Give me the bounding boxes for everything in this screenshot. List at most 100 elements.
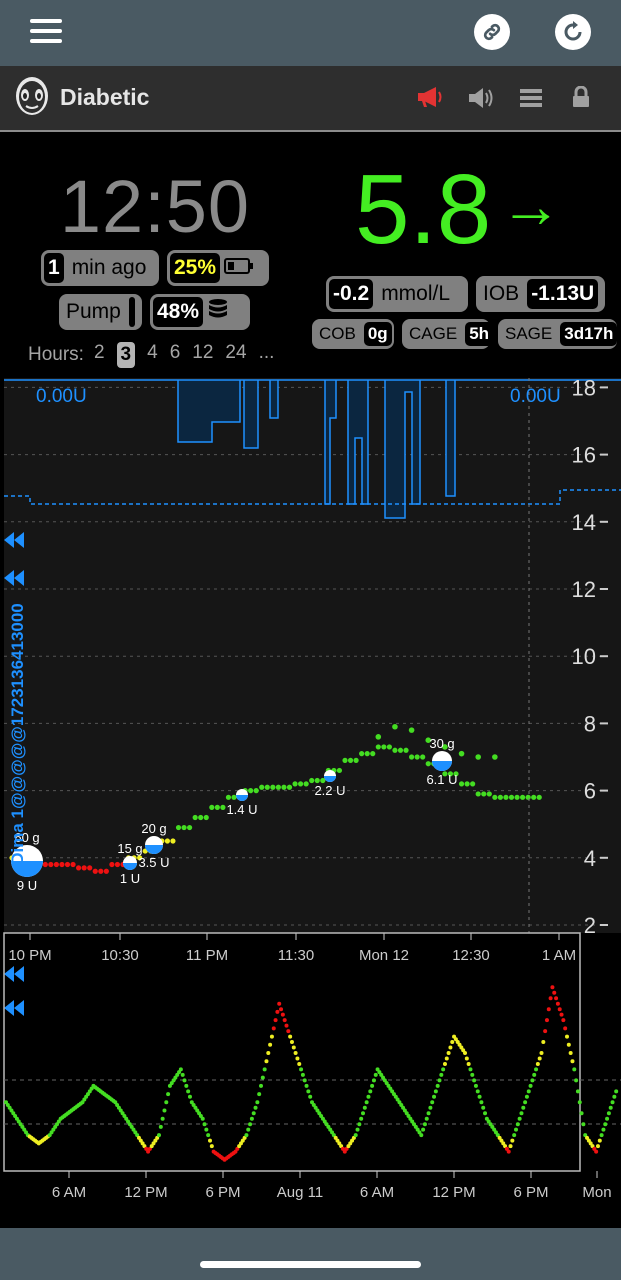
delta-value: -0.2	[329, 279, 374, 309]
bg-point	[414, 754, 420, 760]
preview-point	[521, 1105, 526, 1110]
preview-point	[552, 990, 557, 995]
hours-option-2[interactable]: 4	[147, 342, 158, 368]
preview-point	[357, 1122, 362, 1127]
preview-point	[544, 1018, 549, 1023]
preview-point	[264, 1059, 269, 1064]
preview-point	[574, 1078, 579, 1083]
preview-point	[178, 1067, 183, 1072]
cob-label: COB	[319, 324, 356, 343]
bg-point	[248, 788, 254, 794]
hours-option-4[interactable]: 12	[192, 342, 213, 368]
battery-percent: 25%	[170, 253, 221, 283]
preview-point	[581, 1122, 586, 1127]
preview-x-tick-label: 6 PM	[205, 1184, 240, 1201]
preview-point	[421, 1127, 426, 1132]
bg-point	[370, 751, 376, 757]
preview-x-tick-label: 6 AM	[360, 1184, 394, 1201]
bg-point	[175, 824, 182, 831]
preview-point	[355, 1127, 360, 1132]
bg-point	[225, 794, 232, 800]
top-toolbar	[0, 0, 621, 66]
bg-point	[470, 781, 476, 787]
bg-point	[59, 861, 65, 868]
bg-point	[214, 804, 220, 810]
preview-point	[422, 1122, 427, 1127]
y-tick-label: 6	[584, 779, 596, 804]
preview-point	[439, 1072, 444, 1077]
preview-point	[534, 1067, 539, 1072]
preview-point	[182, 1078, 187, 1083]
list-menu-icon[interactable]	[520, 88, 542, 113]
preview-point	[364, 1100, 369, 1105]
sage-label: SAGE	[505, 324, 553, 343]
preview-point	[608, 1105, 613, 1110]
carbs-label: 30 g	[429, 736, 454, 751]
preview-point	[514, 1127, 518, 1132]
glucose-charts[interactable]: 0.00U 0.00U 2 4 6 8 10 12 14 16 18 10 PM 10:30 11 …	[0, 378, 621, 1228]
preview-point	[297, 1061, 302, 1066]
hours-option-3[interactable]: 6	[170, 342, 181, 368]
bg-point	[48, 861, 54, 868]
insulin-label: 6.1 U	[426, 772, 457, 787]
preview-point	[244, 1133, 249, 1138]
preview-point	[208, 1138, 212, 1143]
preview-point	[426, 1111, 431, 1116]
preview-point	[359, 1116, 364, 1121]
bg-point	[531, 794, 537, 800]
hours-option-0[interactable]: 2	[94, 342, 105, 368]
preview-point	[306, 1089, 311, 1094]
volume-icon[interactable]	[467, 86, 495, 115]
preview-point	[204, 1127, 209, 1132]
sage-badge: SAGE 3d17h	[498, 319, 618, 349]
hours-option-5[interactable]: 24	[225, 342, 246, 368]
lock-icon[interactable]	[572, 85, 590, 113]
preview-point	[428, 1105, 433, 1110]
bg-point	[181, 824, 187, 831]
preview-point	[550, 985, 555, 990]
insulin-label: 3.5 U	[138, 855, 169, 870]
preview-point	[464, 1056, 469, 1061]
hamburger-menu-icon[interactable]	[30, 19, 64, 45]
preview-point	[184, 1083, 189, 1088]
bg-point	[42, 861, 48, 868]
preview-point	[468, 1067, 473, 1072]
preview-point	[519, 1111, 524, 1116]
bg-point	[525, 794, 531, 800]
preview-point	[435, 1083, 440, 1088]
preview-point	[477, 1094, 482, 1099]
bg-point	[275, 784, 281, 790]
insulin-label: 1.4 U	[226, 802, 257, 817]
preview-point	[282, 1018, 287, 1023]
bg-point	[53, 861, 60, 868]
preview-point	[470, 1072, 475, 1077]
y-tick-label: 4	[584, 846, 596, 871]
bg-point	[286, 784, 293, 790]
hours-option-1[interactable]: 3	[116, 342, 136, 368]
cob-badge: COB 0g	[312, 319, 394, 349]
preview-point	[446, 1051, 451, 1055]
home-indicator[interactable]	[200, 1261, 421, 1268]
main-chart-background	[4, 378, 621, 933]
delta-badge: -0.2 mmol/L	[326, 276, 468, 312]
link-icon[interactable]	[474, 14, 510, 50]
insulin-label: 2.2 U	[314, 783, 345, 798]
hours-option-6[interactable]: ...	[259, 342, 275, 368]
preview-point	[277, 1001, 282, 1006]
preview-point	[432, 1094, 437, 1099]
navigation-bar	[0, 1228, 621, 1280]
app-title: Diabetic	[60, 84, 150, 110]
preview-point	[570, 1059, 575, 1064]
preview-point	[601, 1127, 606, 1132]
refresh-icon[interactable]	[555, 14, 591, 50]
alarm-megaphone-icon[interactable]	[416, 86, 444, 113]
preview-point	[430, 1100, 435, 1105]
preview-point	[577, 1100, 582, 1105]
preview-point	[186, 1089, 191, 1094]
cage-value: 5h	[465, 322, 494, 346]
preview-point	[262, 1067, 267, 1072]
bg-point	[270, 784, 276, 790]
preview-point	[158, 1124, 163, 1129]
preview-point	[561, 1018, 566, 1023]
bg-point	[492, 794, 498, 800]
